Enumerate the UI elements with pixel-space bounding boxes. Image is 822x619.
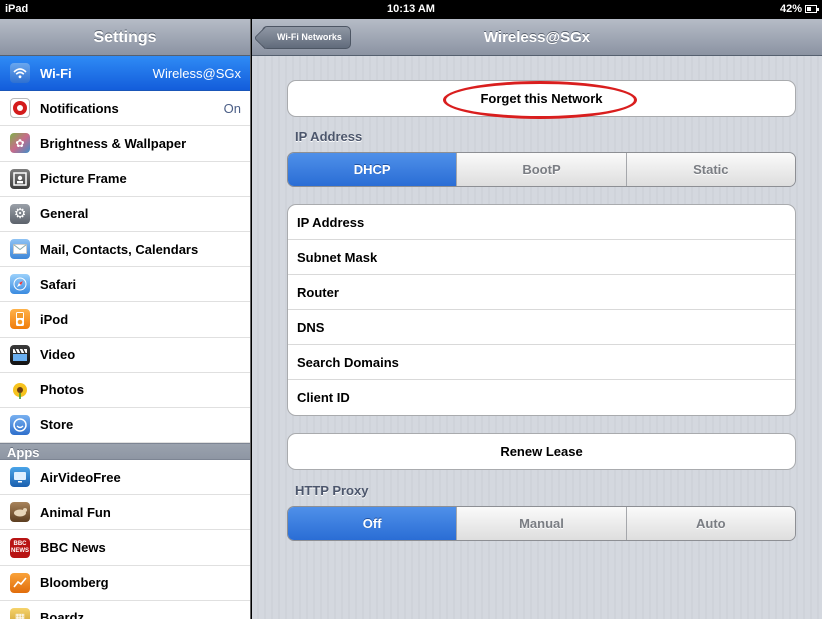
sidebar-item-label: Video (40, 347, 76, 363)
sidebar-item-label: Bloomberg (40, 575, 109, 591)
sidebar-item-value: On (223, 100, 241, 116)
http-proxy-segmented-control: Off Manual Auto (287, 506, 796, 541)
renew-lease-group: Renew Lease (287, 433, 796, 470)
ip-address-row[interactable]: IP Address (288, 205, 795, 240)
segment-dhcp[interactable]: DHCP (288, 153, 458, 186)
ip-address-section-label: IP Address (295, 129, 363, 144)
ip-mode-segmented-control: DHCP BootP Static (287, 152, 796, 187)
sidebar-item-label: Picture Frame (40, 171, 127, 187)
sidebar-item-label: iPod (40, 311, 69, 327)
sidebar-item-label: General (40, 206, 89, 222)
forget-network-group: Forget this Network (287, 80, 796, 117)
sidebar-item-label: Boardz (40, 610, 85, 619)
animal-fun-icon (10, 502, 30, 523)
sidebar-item-safari[interactable]: Safari (0, 267, 250, 303)
detail-navbar: Wi-Fi Networks Wireless@SGx (252, 19, 822, 56)
dns-row[interactable]: DNS (288, 310, 795, 345)
network-detail-pane: Wi-Fi Networks Wireless@SGx Forget this … (252, 19, 822, 619)
sidebar-item-store[interactable]: Store (0, 408, 250, 444)
picture-frame-icon (10, 168, 30, 189)
segment-proxy-off[interactable]: Off (288, 507, 458, 540)
segment-static[interactable]: Static (626, 153, 795, 186)
segment-proxy-manual[interactable]: Manual (457, 507, 627, 540)
bloomberg-icon (10, 572, 30, 593)
sidebar-item-wifi[interactable]: Wi-Fi Wireless@SGx (0, 56, 250, 92)
router-row[interactable]: Router (288, 275, 795, 310)
http-proxy-section-label: HTTP Proxy (295, 483, 369, 498)
clock: 10:13 AM (387, 3, 435, 15)
sidebar-item-label: Safari (40, 276, 77, 292)
general-gear-icon: ⚙ (10, 203, 30, 224)
search-domains-row[interactable]: Search Domains (288, 345, 795, 380)
boardz-icon: ▦ (10, 607, 30, 619)
renew-lease-button[interactable]: Renew Lease (288, 434, 795, 469)
status-bar: iPad 10:13 AM 42% (0, 0, 822, 19)
brightness-icon: ✿ (10, 133, 30, 154)
sidebar-item-boardz[interactable]: ▦ Boardz (0, 601, 250, 619)
photos-sunflower-icon (10, 379, 30, 400)
ip-details-group: IP Address Subnet Mask Router DNS Search… (287, 204, 796, 416)
sidebar-item-bloomberg[interactable]: Bloomberg (0, 566, 250, 601)
sidebar-item-airvideofree[interactable]: AirVideoFree (0, 460, 250, 496)
notifications-icon (10, 98, 30, 119)
settings-sidebar: Settings Wi-Fi Wireless@SGx Notification… (0, 19, 251, 619)
sidebar-item-animal-fun[interactable]: Animal Fun (0, 495, 250, 531)
wifi-icon (10, 63, 30, 84)
safari-compass-icon (10, 274, 30, 295)
sidebar-item-label: BBC News (40, 540, 106, 556)
mail-icon (10, 239, 30, 260)
apps-list: AirVideoFree Animal Fun BBC NEWS BBC News… (0, 460, 250, 619)
sidebar-item-label: Photos (40, 382, 85, 398)
segment-bootp[interactable]: BootP (457, 153, 627, 186)
client-id-row[interactable]: Client ID (288, 380, 795, 415)
sidebar-item-photos[interactable]: Photos (0, 373, 250, 408)
battery-icon (805, 5, 819, 13)
sidebar-item-mail[interactable]: Mail, Contacts, Calendars (0, 232, 250, 268)
airvideo-icon (10, 467, 30, 488)
bbc-news-icon: BBC NEWS (10, 537, 30, 558)
sidebar-item-label: AirVideoFree (40, 469, 121, 485)
sidebar-item-label: Wi-Fi (40, 65, 72, 81)
sidebar-item-notifications[interactable]: Notifications On (0, 91, 250, 127)
forget-network-button[interactable]: Forget this Network (288, 81, 795, 116)
sidebar-item-label: Brightness & Wallpaper (40, 135, 187, 151)
subnet-mask-row[interactable]: Subnet Mask (288, 240, 795, 275)
sidebar-item-general[interactable]: ⚙ General (0, 197, 250, 232)
sidebar-item-bbc-news[interactable]: BBC NEWS BBC News (0, 530, 250, 566)
sidebar-item-label: Mail, Contacts, Calendars (40, 241, 199, 257)
sidebar-item-label: Notifications (40, 100, 119, 116)
battery-percent: 42% (779, 3, 802, 15)
settings-list: Wi-Fi Wireless@SGx Notifications On ✿ Br… (0, 56, 250, 444)
apps-section-header: Apps (0, 443, 250, 461)
sidebar-title: Settings (0, 19, 250, 56)
segment-proxy-auto[interactable]: Auto (626, 507, 795, 540)
sidebar-item-label: Store (40, 417, 74, 433)
sidebar-item-ipod[interactable]: iPod (0, 302, 250, 338)
battery-indicator: 42% (779, 3, 819, 15)
video-icon (10, 344, 30, 365)
ipod-icon (10, 309, 30, 330)
sidebar-item-brightness[interactable]: ✿ Brightness & Wallpaper (0, 126, 250, 162)
sidebar-item-label: Animal Fun (40, 504, 111, 520)
back-button-label: Wi-Fi Networks (277, 32, 342, 42)
sidebar-item-picture-frame[interactable]: Picture Frame (0, 162, 250, 197)
sidebar-item-value: Wireless@SGx (152, 65, 241, 81)
sidebar-item-video[interactable]: Video (0, 338, 250, 373)
store-icon (10, 414, 30, 435)
